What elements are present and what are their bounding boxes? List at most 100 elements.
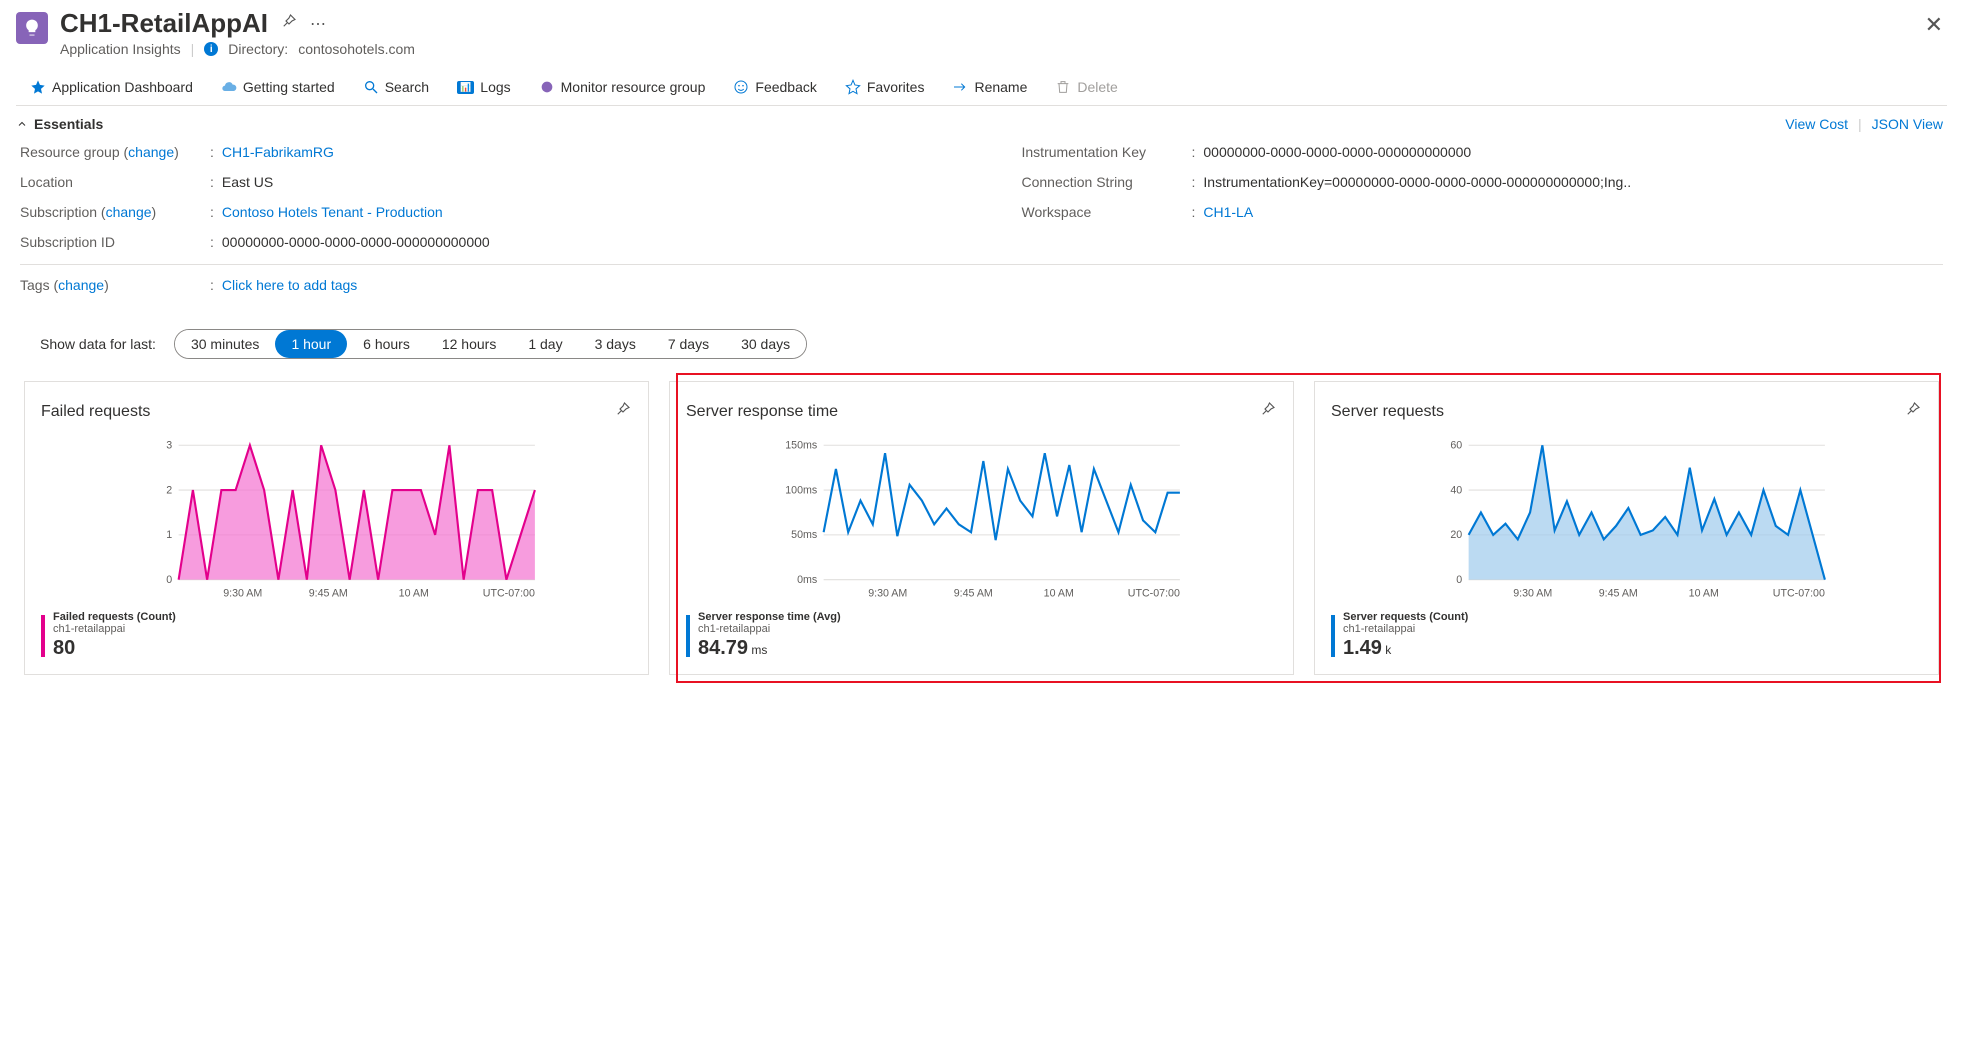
info-icon[interactable]: i (204, 42, 218, 56)
change-link[interactable]: change (128, 144, 174, 160)
svg-text:50ms: 50ms (791, 529, 817, 541)
pin-chart-icon[interactable] (1259, 400, 1277, 423)
resource-type-label: Application Insights (60, 41, 181, 57)
time-range-option[interactable]: 3 days (579, 330, 652, 358)
chart-title: Failed requests (41, 403, 150, 421)
essentials-row: Workspace :CH1-LA (1022, 204, 1944, 220)
search-button[interactable]: Search (363, 79, 429, 95)
svg-text:20: 20 (1450, 529, 1462, 541)
legend-value: 84.79 ms (698, 637, 841, 660)
rename-button[interactable]: Rename (952, 79, 1027, 95)
chevron-up-icon (16, 118, 28, 130)
legend-value: 80 (53, 637, 176, 660)
essentials-row: Subscription ID :00000000-0000-0000-0000… (20, 234, 942, 250)
chart-svg: 0 1 2 3 9:30 AM 9:45 AM 10 AM UTC-07:00 (41, 441, 632, 601)
svg-text:10 AM: 10 AM (1689, 588, 1719, 600)
subscription-value[interactable]: Contoso Hotels Tenant - Production (222, 204, 443, 220)
legend-resource-name: ch1-retailappai (698, 623, 841, 635)
legend-value: 1.49 k (1343, 637, 1468, 660)
view-cost-link[interactable]: View Cost (1785, 116, 1848, 132)
svg-text:9:30 AM: 9:30 AM (1513, 588, 1552, 600)
time-range-selector: 30 minutes1 hour6 hours12 hours1 day3 da… (174, 329, 807, 359)
time-range-option[interactable]: 1 day (512, 330, 578, 358)
resource-group-value[interactable]: CH1-FabrikamRG (222, 144, 334, 160)
favorites-button[interactable]: Favorites (845, 79, 925, 95)
svg-text:9:30 AM: 9:30 AM (868, 588, 907, 600)
time-filter-label: Show data for last: (40, 336, 156, 352)
legend-resource-name: ch1-retailappai (53, 623, 176, 635)
svg-text:UTC-07:00: UTC-07:00 (1128, 588, 1180, 600)
svg-text:9:30 AM: 9:30 AM (223, 588, 262, 600)
legend-color-bar (1331, 615, 1335, 657)
directory-value: contosohotels.com (298, 41, 415, 57)
legend-color-bar (686, 615, 690, 657)
svg-text:60: 60 (1450, 441, 1462, 451)
svg-text:0ms: 0ms (797, 574, 817, 586)
essentials-row: Resource group (change) :CH1-FabrikamRG (20, 144, 942, 160)
svg-text:9:45 AM: 9:45 AM (954, 588, 993, 600)
logs-button[interactable]: 📊 Logs (457, 79, 511, 95)
more-icon[interactable]: ⋯ (310, 14, 326, 34)
monitor-resource-group-button[interactable]: Monitor resource group (539, 79, 706, 95)
svg-text:10 AM: 10 AM (399, 588, 429, 600)
svg-text:UTC-07:00: UTC-07:00 (483, 588, 535, 600)
chart-svg: 0 20 40 60 9:30 AM 9:45 AM 10 AM UTC-07:00 (1331, 441, 1922, 601)
change-link[interactable]: change (106, 204, 152, 220)
essentials-section: Resource group (change) :CH1-FabrikamRG … (16, 142, 1947, 309)
essentials-row: Connection String :InstrumentationKey=00… (1022, 174, 1944, 190)
page-title: CH1-RetailAppAI (60, 8, 268, 39)
directory-label: Directory: (228, 41, 288, 57)
chart-card[interactable]: Server requests 0 20 40 60 9:30 AM 9:45 AM 10 … (1314, 381, 1939, 675)
essentials-row: Subscription (change) :Contoso Hotels Te… (20, 204, 942, 220)
legend-series-name: Server requests (Count) (1343, 611, 1468, 623)
legend-series-name: Failed requests (Count) (53, 611, 176, 623)
chart-title: Server response time (686, 403, 838, 421)
essentials-row: Instrumentation Key :00000000-0000-0000-… (1022, 144, 1944, 160)
connection-string-value: InstrumentationKey=00000000-0000-0000-00… (1203, 174, 1631, 190)
getting-started-button[interactable]: Getting started (221, 79, 335, 95)
instrumentation-key-value: 00000000-0000-0000-0000-000000000000 (1203, 144, 1471, 160)
tags-row: Tags (change) :Click here to add tags (20, 264, 1943, 293)
legend-series-name: Server response time (Avg) (698, 611, 841, 623)
svg-text:0: 0 (166, 574, 172, 586)
workspace-value[interactable]: CH1-LA (1203, 204, 1253, 220)
close-icon[interactable]: ✕ (1921, 8, 1947, 42)
chart-card[interactable]: Server response time 0ms 50ms 100ms 150ms 9:… (669, 381, 1294, 675)
svg-text:UTC-07:00: UTC-07:00 (1773, 588, 1825, 600)
svg-text:9:45 AM: 9:45 AM (1599, 588, 1638, 600)
change-link[interactable]: change (58, 277, 104, 293)
application-dashboard-button[interactable]: Application Dashboard (30, 79, 193, 95)
time-range-option[interactable]: 6 hours (347, 330, 426, 358)
svg-text:3: 3 (166, 441, 172, 451)
json-view-link[interactable]: JSON View (1872, 116, 1943, 132)
chart-card[interactable]: Failed requests 0 1 2 3 9:30 AM 9:45 AM 10 AM U… (24, 381, 649, 675)
legend-color-bar (41, 615, 45, 657)
svg-text:150ms: 150ms (785, 441, 817, 451)
chart-legend: Failed requests (Count) ch1-retailappai … (41, 611, 632, 660)
time-range-option[interactable]: 7 days (652, 330, 725, 358)
time-range-option[interactable]: 1 hour (275, 330, 347, 358)
essentials-row: Location :East US (20, 174, 942, 190)
time-range-option[interactable]: 30 minutes (175, 330, 275, 358)
legend-resource-name: ch1-retailappai (1343, 623, 1468, 635)
svg-text:100ms: 100ms (785, 484, 817, 496)
svg-text:40: 40 (1450, 484, 1462, 496)
svg-text:9:45 AM: 9:45 AM (309, 588, 348, 600)
chart-legend: Server requests (Count) ch1-retailappai … (1331, 611, 1922, 660)
pin-chart-icon[interactable] (614, 400, 632, 423)
delete-button: Delete (1055, 79, 1117, 95)
svg-text:0: 0 (1456, 574, 1462, 586)
command-bar: Application Dashboard Getting started Se… (16, 65, 1947, 106)
subscription-id-value: 00000000-0000-0000-0000-000000000000 (222, 234, 490, 250)
pin-icon[interactable] (280, 12, 298, 35)
time-range-option[interactable]: 30 days (725, 330, 806, 358)
svg-text:2: 2 (166, 484, 172, 496)
feedback-button[interactable]: Feedback (733, 79, 816, 95)
essentials-toggle[interactable]: Essentials (16, 116, 103, 132)
time-range-option[interactable]: 12 hours (426, 330, 512, 358)
svg-text:10 AM: 10 AM (1044, 588, 1074, 600)
chart-title: Server requests (1331, 403, 1444, 421)
pin-chart-icon[interactable] (1904, 400, 1922, 423)
add-tags-link[interactable]: Click here to add tags (222, 277, 357, 293)
svg-text:1: 1 (166, 529, 172, 541)
